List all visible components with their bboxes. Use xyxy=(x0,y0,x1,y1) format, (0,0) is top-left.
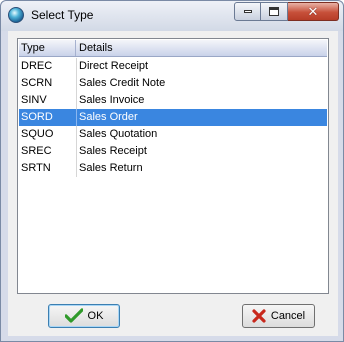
column-header-type[interactable]: Type xyxy=(19,40,76,56)
close-icon: ✕ xyxy=(307,4,319,19)
column-separator xyxy=(76,92,77,109)
minimize-icon xyxy=(243,10,252,13)
column-separator xyxy=(76,160,77,177)
list-header: Type Details xyxy=(19,40,327,57)
column-separator xyxy=(76,143,77,160)
type-code: SORD xyxy=(21,111,53,123)
type-details: Sales Invoice xyxy=(79,94,145,106)
ok-button-label: OK xyxy=(87,310,104,322)
maximize-icon xyxy=(269,7,279,16)
type-details: Sales Receipt xyxy=(79,145,147,157)
column-separator xyxy=(76,126,77,143)
cancel-button[interactable]: Cancel xyxy=(242,304,315,328)
column-header-details[interactable]: Details xyxy=(76,40,327,56)
app-globe-icon xyxy=(8,7,24,23)
list-item[interactable]: SCRN Sales Credit Note xyxy=(19,75,327,92)
type-details: Sales Order xyxy=(79,111,138,123)
list-item[interactable]: DREC Direct Receipt xyxy=(19,58,327,75)
type-code: DREC xyxy=(21,60,53,72)
checkmark-icon xyxy=(64,308,83,324)
list-item[interactable]: SRTN Sales Return xyxy=(19,160,327,177)
maximize-button[interactable] xyxy=(261,2,288,21)
type-list[interactable]: Type Details DREC Direct Receipt SCRN Sales… xyxy=(17,38,329,294)
type-code: SQUO xyxy=(21,128,54,140)
list-item[interactable]: SREC Sales Receipt xyxy=(19,143,327,160)
list-item[interactable]: SORD Sales Order xyxy=(19,109,327,126)
dialog-body: Type Details DREC Direct Receipt SCRN Sales… xyxy=(8,31,338,336)
type-details: Sales Return xyxy=(79,162,143,174)
column-separator xyxy=(76,58,77,75)
minimize-button[interactable] xyxy=(234,2,261,21)
list-item[interactable]: SINV Sales Invoice xyxy=(19,92,327,109)
ok-button[interactable]: OK xyxy=(48,304,120,328)
type-code: SREC xyxy=(21,145,52,157)
list-item[interactable]: SQUO Sales Quotation xyxy=(19,126,327,143)
type-details: Direct Receipt xyxy=(79,60,149,72)
select-type-dialog: Select Type ✕ Type Details DREC Direct Re… xyxy=(0,0,344,342)
window-controls: ✕ xyxy=(234,2,339,21)
close-button[interactable]: ✕ xyxy=(288,2,339,21)
red-x-icon xyxy=(252,309,266,323)
type-details: Sales Credit Note xyxy=(79,77,166,89)
type-code: SRTN xyxy=(21,162,51,174)
column-separator xyxy=(76,75,77,92)
type-code: SINV xyxy=(21,94,47,106)
cancel-button-label: Cancel xyxy=(270,310,306,322)
type-details: Sales Quotation xyxy=(79,128,158,140)
title-bar[interactable]: Select Type ✕ xyxy=(1,1,343,31)
type-code: SCRN xyxy=(21,77,53,89)
window-title: Select Type xyxy=(31,8,94,22)
column-separator xyxy=(76,109,77,126)
